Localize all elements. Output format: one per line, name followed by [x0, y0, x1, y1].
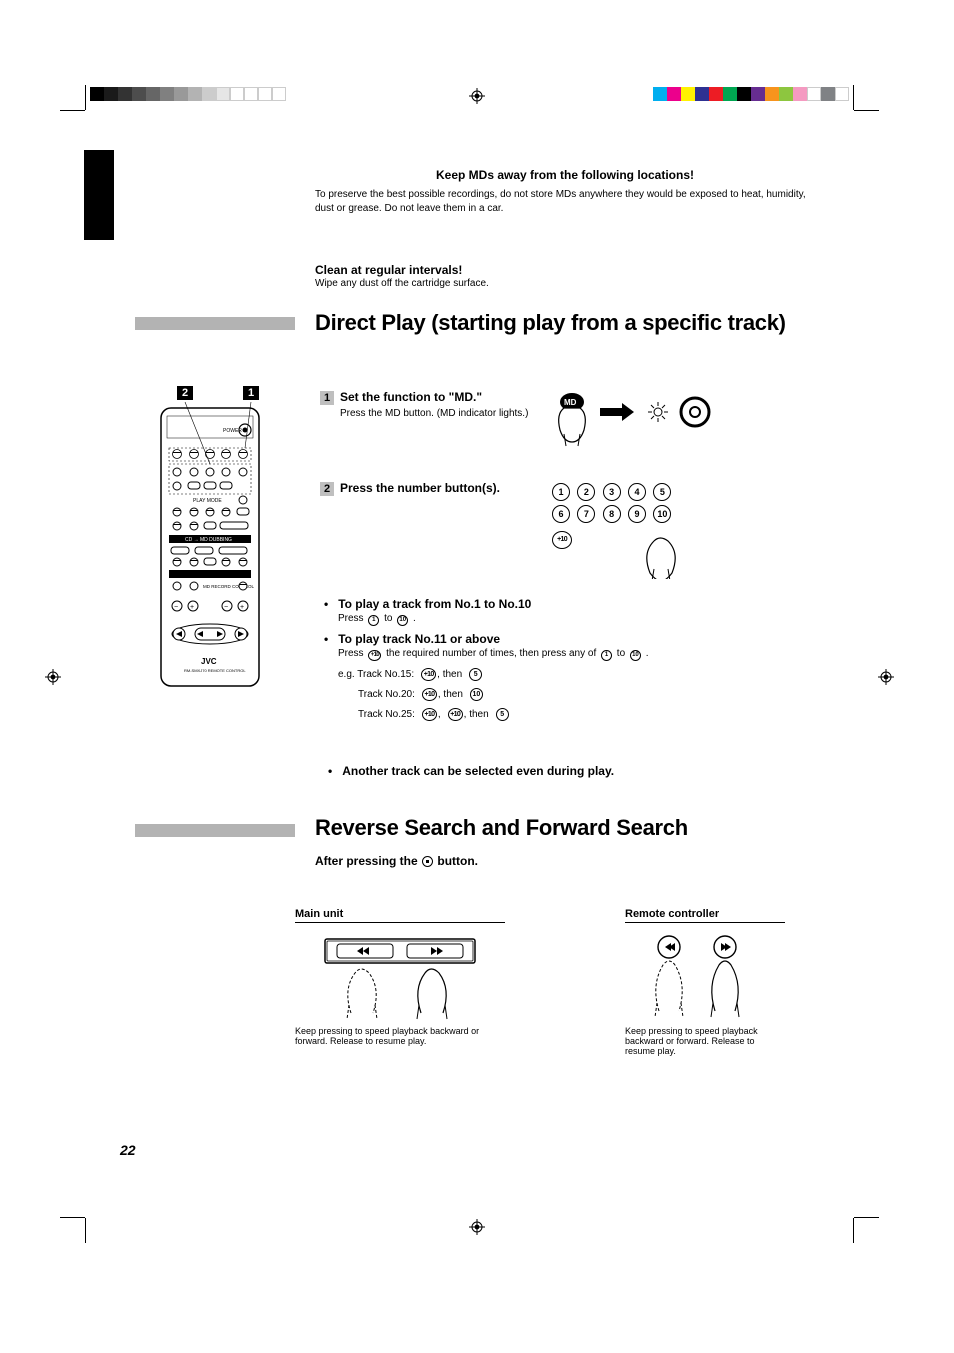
- grayscale-bar: [90, 87, 286, 101]
- clean-body: Wipe any dust off the cartridge surface.: [315, 277, 815, 291]
- step-1-number: 1: [320, 391, 334, 405]
- bullet-dot-icon: •: [324, 597, 328, 611]
- example-15: e.g. Track No.15: +10 , then 5: [338, 667, 830, 682]
- remote-body: Keep pressing to speed playback backward…: [625, 1026, 785, 1056]
- registration-mark-icon: [469, 88, 485, 104]
- num-6-icon: 6: [552, 505, 570, 523]
- bullet-2-sub: Press +10 the required number of times, …: [338, 648, 830, 663]
- num-10-icon: 10: [653, 505, 671, 523]
- crop-mark: [853, 85, 854, 110]
- main-unit-search-illustration: [295, 933, 505, 1023]
- num-2-icon: 2: [577, 483, 595, 501]
- md-button-press-illustration: MD: [550, 390, 720, 460]
- section-tab: [84, 150, 114, 240]
- crop-mark: [85, 85, 86, 110]
- crop-mark: [854, 110, 879, 111]
- section-lead-bar: [135, 824, 295, 837]
- bullet-2: To play track No.11 or above: [338, 632, 500, 646]
- step-1-body: Press the MD button. (MD indicator light…: [340, 408, 528, 419]
- main-unit-label: Main unit: [295, 908, 505, 923]
- step-2-number: 2: [320, 482, 334, 496]
- num-3-icon: 3: [603, 483, 621, 501]
- svg-text:+: +: [190, 604, 194, 611]
- step-1-text: Set the function to "MD.": [340, 390, 528, 404]
- main-unit-body: Keep pressing to speed playback backward…: [295, 1026, 505, 1046]
- callout-1: 1: [243, 386, 259, 400]
- svg-text:PLAY MODE: PLAY MODE: [193, 498, 222, 504]
- num-4-icon: 4: [628, 483, 646, 501]
- color-bar: [653, 87, 849, 101]
- svg-text:MD: MD: [564, 398, 577, 407]
- bullet-1: To play a track from No.1 to No.10: [338, 597, 531, 611]
- svg-text:+: +: [240, 604, 244, 611]
- svg-text:−: −: [224, 604, 228, 611]
- crop-mark: [85, 1218, 86, 1243]
- step-2-text: Press the number button(s).: [340, 481, 550, 496]
- registration-mark-icon: [469, 1219, 485, 1235]
- crop-mark: [853, 1218, 854, 1243]
- section-lead-bar: [135, 317, 295, 330]
- stop-icon: [422, 856, 433, 867]
- plus10-icon: +10: [552, 531, 572, 549]
- section-title-direct-play: Direct Play (starting play from a specif…: [315, 311, 786, 335]
- remote-search-illustration: [625, 933, 785, 1023]
- svg-text:RM-SMXJ70 REMOTE CONTROL: RM-SMXJ70 REMOTE CONTROL: [184, 668, 246, 673]
- remote-controller-illustration: POWER PLAY MODE: [155, 402, 265, 692]
- section-title-reverse: Reverse Search and Forward Search: [315, 816, 688, 840]
- keep-away-title: Keep MDs away from the following locatio…: [315, 168, 815, 182]
- num-1-icon: 1: [552, 483, 570, 501]
- bullet-1-sub: Press 1 to 10 .: [338, 613, 830, 628]
- num-8-icon: 8: [603, 505, 621, 523]
- page-number: 22: [120, 1142, 136, 1158]
- clean-title: Clean at regular intervals!: [315, 263, 815, 277]
- number-buttons-row: 1 2 3 4 5: [550, 481, 830, 503]
- note-text: Another track can be selected even durin…: [342, 764, 614, 778]
- registration-mark-icon: [878, 669, 894, 685]
- num-9-icon: 9: [628, 505, 646, 523]
- registration-mark-icon: [45, 669, 61, 685]
- crop-mark: [60, 110, 85, 111]
- crop-mark: [854, 1217, 879, 1218]
- bullet-dot-icon: •: [324, 632, 328, 646]
- after-pressing-text: After pressing the button.: [315, 854, 830, 868]
- num-5-icon: 5: [653, 483, 671, 501]
- number-buttons-row-2: 6 7 8 9 10: [550, 503, 830, 525]
- crop-mark: [60, 1217, 85, 1218]
- svg-text:−: −: [174, 604, 178, 611]
- svg-text:JVC: JVC: [201, 657, 217, 666]
- remote-label: Remote controller: [625, 908, 785, 923]
- callout-2: 2: [177, 386, 193, 400]
- bullet-dot-icon: •: [328, 764, 332, 778]
- svg-text:CD → MD DUBBING: CD → MD DUBBING: [185, 537, 232, 543]
- example-20: Track No.20: +10 , then 10: [338, 687, 830, 702]
- num-7-icon: 7: [577, 505, 595, 523]
- keep-away-body: To preserve the best possible recordings…: [315, 188, 815, 215]
- example-25: Track No.25: +10 , +10 , then 5: [338, 707, 830, 722]
- press-finger-icon: [634, 529, 694, 579]
